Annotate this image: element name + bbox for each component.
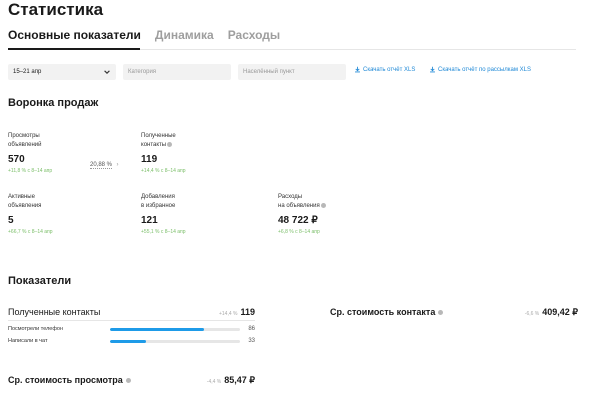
conversion-rate: 20,88 % › — [90, 153, 118, 171]
metric-label-line: Просмотры — [8, 133, 40, 139]
download-report-link[interactable]: Скачать отчёт XLS — [354, 66, 415, 73]
metric-label-line: Активные — [8, 194, 35, 200]
period-select[interactable]: 15–21 апр — [8, 64, 116, 80]
metric-label-text: на объявления — [278, 203, 320, 209]
download-mailing-report-label: Скачать отчёт по рассылкам XLS — [438, 66, 531, 73]
download-icon — [355, 66, 360, 73]
metric-expenses: Расходы на объявления 48 722 ₽ +6,8 % с … — [278, 193, 368, 235]
contact-cost-delta: -6,6 % — [524, 311, 540, 317]
metric-delta: +14,4 % с 8–14 апр — [141, 168, 186, 174]
contacts-bar-fill — [110, 339, 147, 343]
metric-label-line: объявлений — [8, 142, 42, 148]
chevron-down-icon — [104, 70, 110, 74]
view-cost-indicator: Ср. стоимость просмотра -4,4 % 85,47 ₽ — [8, 375, 255, 386]
metric-label: Расходы на объявления — [278, 193, 368, 211]
view-cost-value: 85,47 ₽ — [224, 375, 255, 385]
period-select-value: 15–21 апр — [13, 69, 42, 75]
contacts-row-value: 86 — [248, 326, 255, 332]
metric-active-listings: Активные объявления 5 +66,7 % с 8–14 апр — [8, 193, 78, 235]
contacts-bar-fill — [110, 327, 204, 331]
metric-label-line: Полученные — [141, 133, 176, 139]
contacts-bar-track — [110, 327, 240, 331]
contacts-value: 119 — [240, 307, 255, 317]
metric-label-line: контакты — [141, 141, 211, 150]
contacts-divider — [8, 320, 255, 321]
funnel-title: Воронка продаж — [8, 97, 99, 109]
metric-delta: +11,8 % с 8–14 апр — [8, 168, 53, 174]
metric-label-line: Добавления — [141, 194, 175, 200]
arrow-right-icon: › — [116, 162, 119, 168]
metric-label-text: контакты — [141, 142, 167, 148]
view-cost-header: Ср. стоимость просмотра -4,4 % 85,47 ₽ — [8, 375, 255, 386]
active-tab-underline — [8, 48, 140, 50]
contacts-row-label: Посмотрели телефон — [8, 326, 63, 332]
metric-label-line: Расходы — [278, 194, 303, 200]
page-title: Статистика — [8, 0, 104, 19]
contacts-delta: +14,4 % — [218, 311, 238, 317]
indicators-title: Показатели — [8, 275, 72, 287]
contacts-bar-track — [110, 339, 240, 343]
tab-expenses[interactable]: Расходы — [228, 28, 280, 42]
info-icon[interactable] — [125, 378, 131, 383]
contacts-header: Полученные контакты +14,4 % 119 — [8, 307, 255, 317]
contacts-row-label: Написали в чат — [8, 338, 48, 344]
metric-label: Полученные контакты — [141, 132, 211, 150]
metric-views: Просмотры объявлений 570 +11,8 % с 8–14 … — [8, 132, 78, 174]
metric-label: Добавления в избранное — [141, 193, 211, 211]
metric-value: 119 — [141, 154, 158, 165]
metric-contacts: Полученные контакты 119 +14,4 % с 8–14 а… — [141, 132, 211, 174]
metric-delta: +66,7 % с 8–14 апр — [8, 229, 53, 235]
contact-cost-header: Ср. стоимость контакта -6,6 % 409,42 ₽ — [330, 307, 578, 318]
metric-value: 5 — [8, 215, 14, 226]
contacts-row-phone: Посмотрели телефон 86 — [8, 326, 255, 332]
contacts-row-value: 33 — [248, 338, 255, 344]
city-select-placeholder: Населённый пункт — [243, 69, 295, 75]
view-cost-title: Ср. стоимость просмотра — [8, 375, 123, 385]
download-report-label: Скачать отчёт XLS — [363, 66, 416, 73]
info-icon[interactable] — [438, 310, 444, 315]
tab-main-indicators[interactable]: Основные показатели — [8, 28, 141, 42]
metric-value: 48 722 ₽ — [278, 215, 318, 226]
metric-label-line: объявления — [8, 203, 42, 209]
metric-label: Просмотры объявлений — [8, 132, 78, 150]
tabs: Основные показатели Динамика Расходы — [8, 28, 280, 42]
tab-dynamics[interactable]: Динамика — [155, 28, 214, 42]
metric-label-line: на объявления — [278, 202, 368, 211]
category-select-placeholder: Категория — [128, 69, 157, 75]
contacts-title: Полученные контакты — [8, 307, 101, 317]
contact-cost-indicator: Ср. стоимость контакта -6,6 % 409,42 ₽ — [330, 307, 578, 318]
conversion-value: 20,88 % — [90, 162, 113, 169]
download-mailing-report-link[interactable]: Скачать отчёт по рассылкам XLS — [429, 66, 531, 73]
metric-label: Активные объявления — [8, 193, 78, 211]
metric-label-line: в избранное — [141, 203, 176, 209]
metric-delta: +6,8 % с 8–14 апр — [278, 229, 320, 235]
metric-value: 121 — [141, 215, 158, 226]
contact-cost-title: Ср. стоимость контакта — [330, 307, 436, 317]
contact-cost-value: 409,42 ₽ — [542, 307, 578, 317]
view-cost-delta: -4,4 % — [206, 379, 222, 385]
contacts-indicator: Полученные контакты +14,4 % 119 Посмотре… — [8, 307, 255, 344]
category-select[interactable]: Категория — [123, 64, 231, 80]
city-select[interactable]: Населённый пункт — [238, 64, 346, 80]
contacts-row-chat: Написали в чат 33 — [8, 338, 255, 344]
download-icon — [430, 66, 435, 73]
info-icon[interactable] — [320, 202, 326, 208]
metric-delta: +55,1 % с 8–14 апр — [141, 229, 186, 235]
info-icon[interactable] — [167, 141, 173, 147]
metric-value: 570 — [8, 154, 25, 165]
metric-favorites: Добавления в избранное 121 +55,1 % с 8–1… — [141, 193, 211, 235]
